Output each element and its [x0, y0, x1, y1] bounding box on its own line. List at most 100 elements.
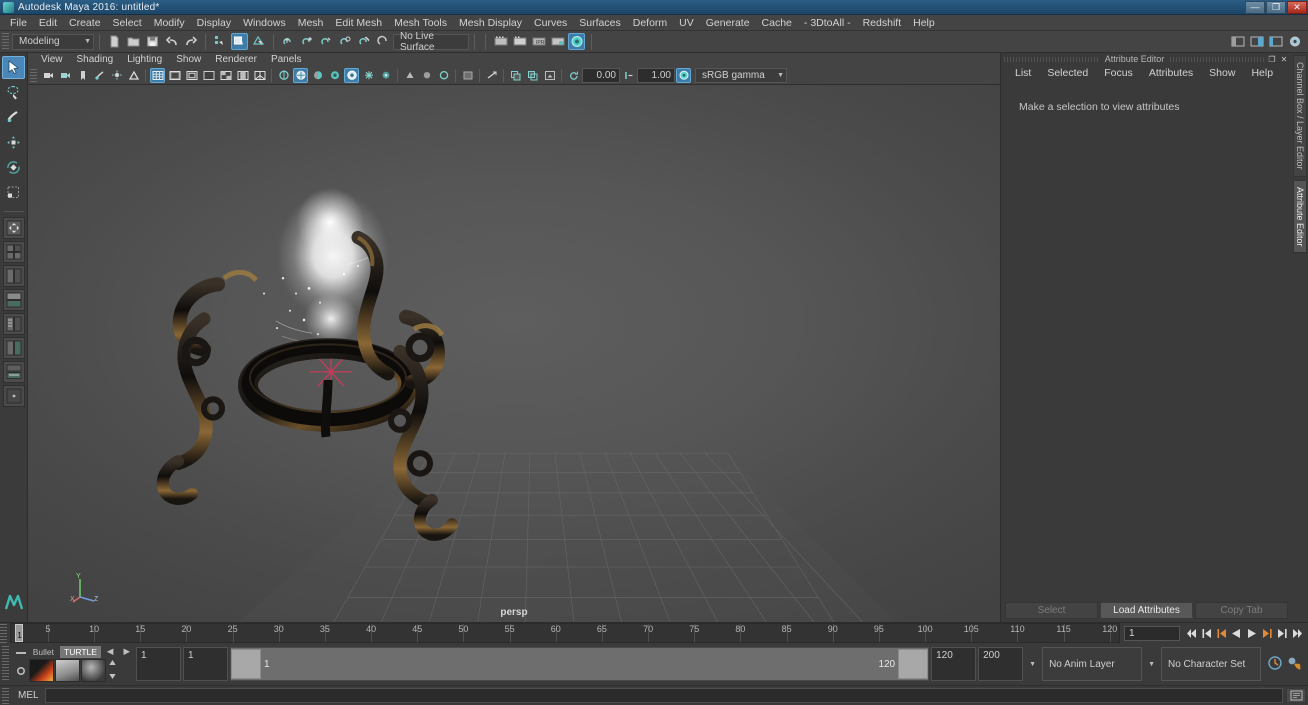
layout-persp-outliner[interactable]	[2, 337, 25, 359]
exposure-reset-icon[interactable]	[566, 68, 581, 83]
rotate-tool[interactable]	[2, 156, 25, 179]
snap-to-curve-icon[interactable]	[299, 33, 316, 50]
command-line-grip[interactable]	[2, 687, 9, 704]
step-forward-keyframe-button[interactable]	[1274, 625, 1289, 641]
play-forwards-button[interactable]	[1244, 625, 1259, 641]
menuset-selector[interactable]: Modeling ▼	[12, 33, 94, 50]
turtle-bake-icon[interactable]	[28, 659, 54, 682]
multisample-icon[interactable]	[402, 68, 417, 83]
menu-edit[interactable]: Edit	[33, 15, 63, 31]
menu-cache[interactable]: Cache	[756, 15, 798, 31]
paint-select-tool[interactable]	[2, 106, 25, 129]
viewport-snapshot-icon[interactable]	[542, 68, 557, 83]
ao-icon[interactable]	[361, 68, 376, 83]
chevron-down-icon[interactable]: ▼	[1144, 661, 1159, 668]
menu-redshift[interactable]: Redshift	[857, 15, 908, 31]
tab-channel-box-layer-editor[interactable]: Channel Box / Layer Editor	[1293, 55, 1307, 177]
field-chart-icon[interactable]	[201, 68, 216, 83]
shelf-scroll-down-icon[interactable]	[108, 671, 117, 683]
character-set-selector[interactable]: No Character Set	[1161, 647, 1261, 681]
move-tool[interactable]	[2, 131, 25, 154]
select-by-object-icon[interactable]	[231, 33, 248, 50]
xray-joints-icon[interactable]	[460, 68, 475, 83]
layout-two-panes-side[interactable]	[2, 265, 25, 287]
layout-three-panes[interactable]	[2, 313, 25, 335]
viewport-menu-panels[interactable]: Panels	[264, 53, 309, 67]
range-start-handle[interactable]	[231, 649, 261, 679]
select-by-component-icon[interactable]	[250, 33, 267, 50]
auto-keyframe-toggle-icon[interactable]	[1267, 655, 1283, 674]
turtle-render-icon[interactable]	[54, 659, 80, 682]
menu-create[interactable]: Create	[63, 15, 107, 31]
menu-windows[interactable]: Windows	[237, 15, 292, 31]
menu-file[interactable]: File	[4, 15, 33, 31]
make-live-icon[interactable]	[375, 33, 392, 50]
animation-preferences-icon[interactable]	[1286, 655, 1302, 674]
restore-button[interactable]: ❐	[1266, 0, 1286, 14]
wireframe-icon[interactable]	[252, 68, 267, 83]
menu-uv[interactable]: UV	[673, 15, 700, 31]
shelf-next-button[interactable]: ▶	[119, 645, 134, 658]
grid-toggle-icon[interactable]	[126, 68, 141, 83]
ae-menu-selected[interactable]: Selected	[1039, 65, 1096, 81]
step-back-keyframe-button[interactable]	[1199, 625, 1214, 641]
select-camera-icon[interactable]	[41, 68, 56, 83]
close-button[interactable]: ✕	[1287, 0, 1307, 14]
menu-surfaces[interactable]: Surfaces	[573, 15, 626, 31]
chevron-down-icon[interactable]: ▼	[1025, 661, 1040, 668]
timeline-grip[interactable]	[0, 624, 7, 643]
exposure-field[interactable]: 0.00	[582, 68, 620, 83]
menu-mesh-tools[interactable]: Mesh Tools	[388, 15, 453, 31]
menu-display[interactable]: Display	[191, 15, 237, 31]
camera-attributes-icon[interactable]	[58, 68, 73, 83]
toolbar-grip[interactable]	[2, 32, 9, 51]
go-to-start-button[interactable]	[1184, 625, 1199, 641]
snap-to-view-plane-icon[interactable]	[356, 33, 373, 50]
safe-title-icon[interactable]	[235, 68, 250, 83]
menu-edit-mesh[interactable]: Edit Mesh	[329, 15, 388, 31]
menu-mesh[interactable]: Mesh	[292, 15, 330, 31]
playback-end-field[interactable]: 120	[931, 647, 977, 681]
menu-mesh-display[interactable]: Mesh Display	[453, 15, 528, 31]
show-hide-modeling-toolkit-icon[interactable]	[1229, 33, 1246, 50]
ae-copy-tab-button[interactable]: Copy Tab	[1195, 602, 1288, 619]
go-to-end-button[interactable]	[1289, 625, 1304, 641]
menu-modify[interactable]: Modify	[148, 15, 191, 31]
animation-end-field[interactable]: 200	[978, 647, 1024, 681]
command-language-label[interactable]: MEL	[12, 690, 45, 701]
menu-3dtoall[interactable]: - 3DtoAll -	[798, 15, 857, 31]
use-all-lights-icon[interactable]	[327, 68, 342, 83]
hypershade-icon[interactable]	[549, 33, 566, 50]
row-grip[interactable]	[2, 646, 9, 682]
scale-tool[interactable]	[2, 181, 25, 204]
ipr-render-icon[interactable]	[511, 33, 528, 50]
layout-four-view[interactable]	[2, 241, 25, 263]
snap-to-point-icon[interactable]	[318, 33, 335, 50]
bookmark-icon[interactable]	[75, 68, 90, 83]
viewport-menu-view[interactable]: View	[34, 53, 70, 67]
panel-drag-handle[interactable]	[1170, 56, 1265, 62]
shelf-prev-button[interactable]: ◀	[103, 645, 118, 658]
new-scene-icon[interactable]	[106, 33, 123, 50]
textured-icon[interactable]	[310, 68, 325, 83]
shelf-tab-turtle[interactable]: TURTLE	[60, 645, 101, 658]
menu-help[interactable]: Help	[907, 15, 941, 31]
motion-blur-icon[interactable]	[378, 68, 393, 83]
image-plane-icon[interactable]	[92, 68, 107, 83]
anim-layer-selector[interactable]: No Anim Layer	[1042, 647, 1143, 681]
shaded-wireframe-icon[interactable]	[293, 68, 308, 83]
smooth-shade-all-icon[interactable]	[276, 68, 291, 83]
open-scene-icon[interactable]	[125, 33, 142, 50]
ae-select-button[interactable]: Select	[1005, 602, 1098, 619]
perspective-viewport[interactable]: Y Z X persp	[28, 85, 1000, 622]
snap-to-projected-center-icon[interactable]	[337, 33, 354, 50]
color-management-selector[interactable]: sRGB gamma ▼	[695, 68, 787, 83]
two-sided-lighting-icon[interactable]	[109, 68, 124, 83]
show-hide-tool-settings-icon[interactable]	[1267, 33, 1284, 50]
show-hide-channel-box-icon[interactable]	[1286, 33, 1303, 50]
mel-command-input[interactable]	[44, 688, 1283, 703]
layout-persp-graph[interactable]	[2, 361, 25, 383]
range-slider[interactable]: 1 120	[230, 647, 930, 681]
shelf-scroll-up-icon[interactable]	[108, 658, 117, 670]
shelf-tab-bullet[interactable]: Bullet	[29, 646, 58, 658]
